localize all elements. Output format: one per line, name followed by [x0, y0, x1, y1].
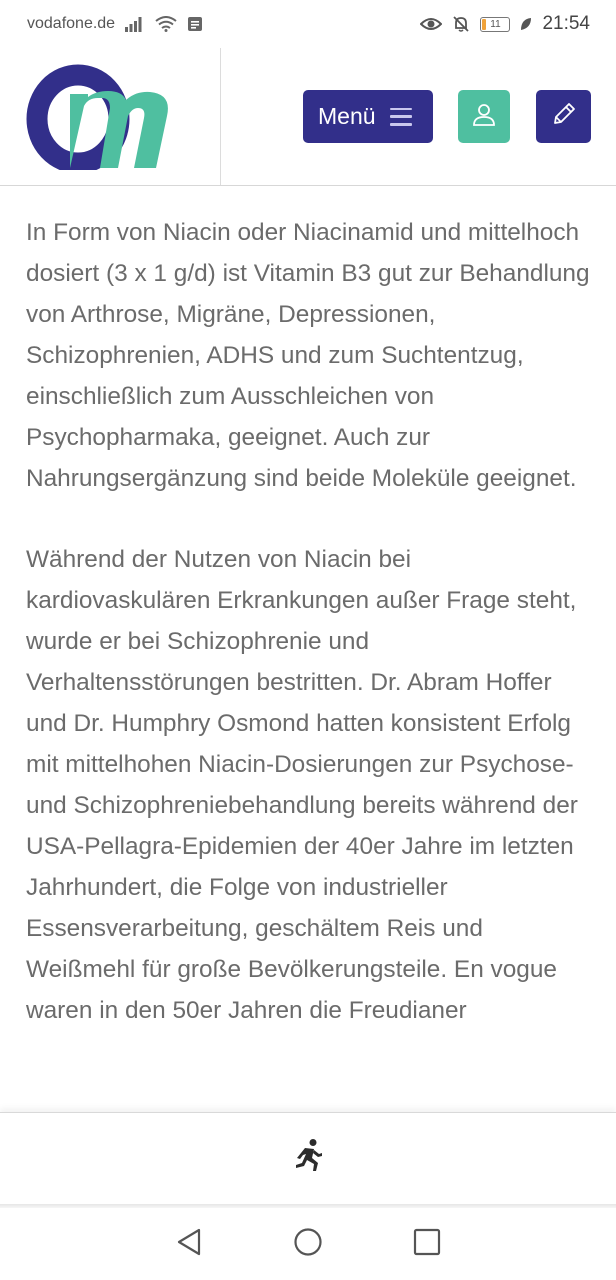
back-button[interactable] [169, 1224, 209, 1264]
site-logo[interactable] [26, 64, 172, 174]
battery-level: 11 [490, 18, 501, 30]
eye-icon [420, 16, 443, 32]
status-bar: vodafone.de 11 21:54 [0, 0, 616, 48]
mute-bell-icon [452, 15, 470, 33]
status-left: vodafone.de [27, 15, 203, 33]
signal-icon [125, 16, 145, 32]
hamburger-icon [389, 107, 412, 126]
home-button[interactable] [288, 1224, 328, 1264]
running-person-icon[interactable] [292, 1138, 324, 1179]
wifi-icon [155, 16, 177, 32]
menu-button[interactable]: Menü [303, 90, 433, 143]
recents-icon [413, 1228, 441, 1261]
bottom-action-bar [0, 1112, 616, 1204]
leaf-icon [520, 17, 532, 31]
home-icon [293, 1227, 323, 1262]
status-right: 11 21:54 [420, 13, 590, 35]
article-paragraph: Während der Nutzen von Niacin bei kardio… [26, 546, 578, 1024]
message-icon [187, 16, 203, 32]
battery-icon: 11 [480, 16, 511, 32]
carrier-name: vodafone.de [27, 15, 116, 32]
system-nav-bar [0, 1208, 616, 1280]
header-divider [220, 48, 221, 185]
pencil-icon [551, 101, 577, 132]
site-header: Menü [0, 48, 616, 186]
article-content: In Form von Niacin oder Niacinamid und m… [26, 212, 598, 1112]
menu-label: Menü [318, 103, 376, 129]
article-paragraph: In Form von Niacin oder Niacinamid und m… [26, 219, 590, 492]
user-icon [472, 102, 496, 131]
user-account-button[interactable] [458, 90, 510, 143]
edit-button[interactable] [536, 90, 591, 143]
back-icon [175, 1227, 203, 1262]
recents-button[interactable] [407, 1224, 447, 1264]
clock: 21:54 [542, 13, 590, 34]
